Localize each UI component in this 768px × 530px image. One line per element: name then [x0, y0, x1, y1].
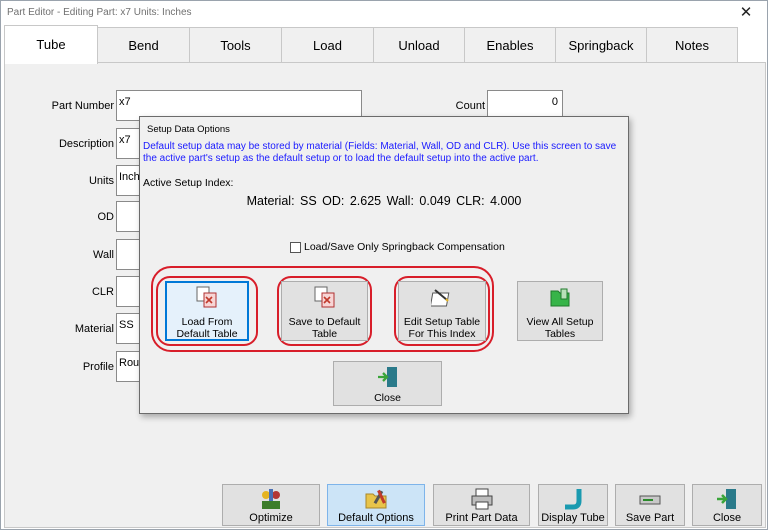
- optimize-label: Optimize: [249, 512, 293, 524]
- units-label: Units: [88, 175, 114, 187]
- view-all-setup-tables-label: View All Setup Tables: [526, 316, 594, 340]
- setup-data-options-dialog: Setup Data Options Default setup data ma…: [139, 116, 629, 414]
- dialog-close-button[interactable]: Close: [333, 361, 442, 406]
- green-folder-icon: [550, 288, 570, 307]
- tab-enables[interactable]: Enables: [464, 27, 556, 63]
- printer-icon: [471, 488, 492, 510]
- view-all-setup-tables-button[interactable]: View All Setup Tables: [517, 281, 603, 341]
- copy-documents-icon: [314, 286, 334, 308]
- active-setup-index-label: Active Setup Index:: [143, 177, 234, 189]
- material-label: Material: [74, 323, 114, 335]
- tab-springback[interactable]: Springback: [555, 27, 647, 63]
- default-options-label: Default Options: [338, 512, 414, 524]
- disk-drive-icon: [639, 495, 661, 505]
- edit-setup-table-button[interactable]: Edit Setup Table For This Index: [398, 281, 486, 341]
- title-bar: Part Editor - Editing Part: x7 Units: In…: [1, 1, 767, 25]
- edit-notepad-icon: [431, 289, 450, 307]
- optimize-button[interactable]: Optimize: [222, 484, 320, 526]
- springback-only-checkbox[interactable]: Load/Save Only Springback Compensation: [290, 241, 505, 253]
- save-to-default-table-label: Save to Default Table: [288, 316, 361, 340]
- save-to-default-table-button[interactable]: Save to Default Table: [281, 281, 368, 341]
- springback-only-label: Load/Save Only Springback Compensation: [304, 241, 505, 253]
- clr-label: CLR: [91, 286, 114, 298]
- window-title: Part Editor - Editing Part: x7 Units: In…: [7, 7, 192, 18]
- dialog-close-label: Close: [374, 392, 401, 404]
- close-part-button[interactable]: Close: [692, 484, 762, 526]
- window-close-icon[interactable]: ✕: [729, 3, 763, 23]
- dialog-title: Setup Data Options: [147, 124, 230, 135]
- close-part-label: Close: [712, 512, 742, 524]
- dialog-info-text: Default setup data may be stored by mate…: [143, 141, 617, 164]
- tab-bend[interactable]: Bend: [97, 27, 190, 63]
- tab-tools[interactable]: Tools: [189, 27, 282, 63]
- active-setup-index-values: Material: SS OD: 2.625 Wall: 0.049 CLR: …: [246, 194, 522, 208]
- display-tube-button[interactable]: Display Tube: [538, 484, 608, 526]
- folder-tools-icon: [365, 489, 387, 509]
- tab-tube[interactable]: Tube: [4, 25, 98, 64]
- tab-bar: Tube Bend Tools Load Unload Enables Spri…: [4, 25, 764, 64]
- wall-label: Wall: [93, 249, 114, 261]
- optimize-icon: [262, 489, 280, 509]
- print-part-data-button[interactable]: Print Part Data: [433, 484, 530, 526]
- tab-load[interactable]: Load: [281, 27, 374, 63]
- display-tube-label: Display Tube: [541, 512, 605, 524]
- tube-icon: [565, 489, 582, 510]
- load-from-default-table-label: Load From Default Table: [176, 316, 238, 340]
- copy-documents-icon: [196, 286, 217, 308]
- print-part-data-label: Print Part Data: [445, 512, 518, 524]
- count-label: Count: [455, 100, 485, 112]
- profile-label: Profile: [82, 361, 114, 373]
- default-options-button[interactable]: Default Options: [327, 484, 425, 526]
- description-label: Description: [58, 138, 114, 150]
- tab-unload[interactable]: Unload: [373, 27, 465, 63]
- tab-notes[interactable]: Notes: [646, 27, 738, 63]
- save-part-button[interactable]: Save Part: [615, 484, 685, 526]
- exit-door-icon: [717, 489, 736, 509]
- checkbox-box[interactable]: [290, 241, 301, 253]
- load-from-default-table-button[interactable]: Load From Default Table: [165, 281, 249, 341]
- exit-door-icon: [377, 367, 397, 387]
- od-label: OD: [97, 211, 115, 223]
- save-part-label: Save Part: [625, 512, 675, 524]
- part-number-label: Part Number: [51, 100, 114, 112]
- edit-setup-table-label: Edit Setup Table For This Index: [403, 316, 481, 340]
